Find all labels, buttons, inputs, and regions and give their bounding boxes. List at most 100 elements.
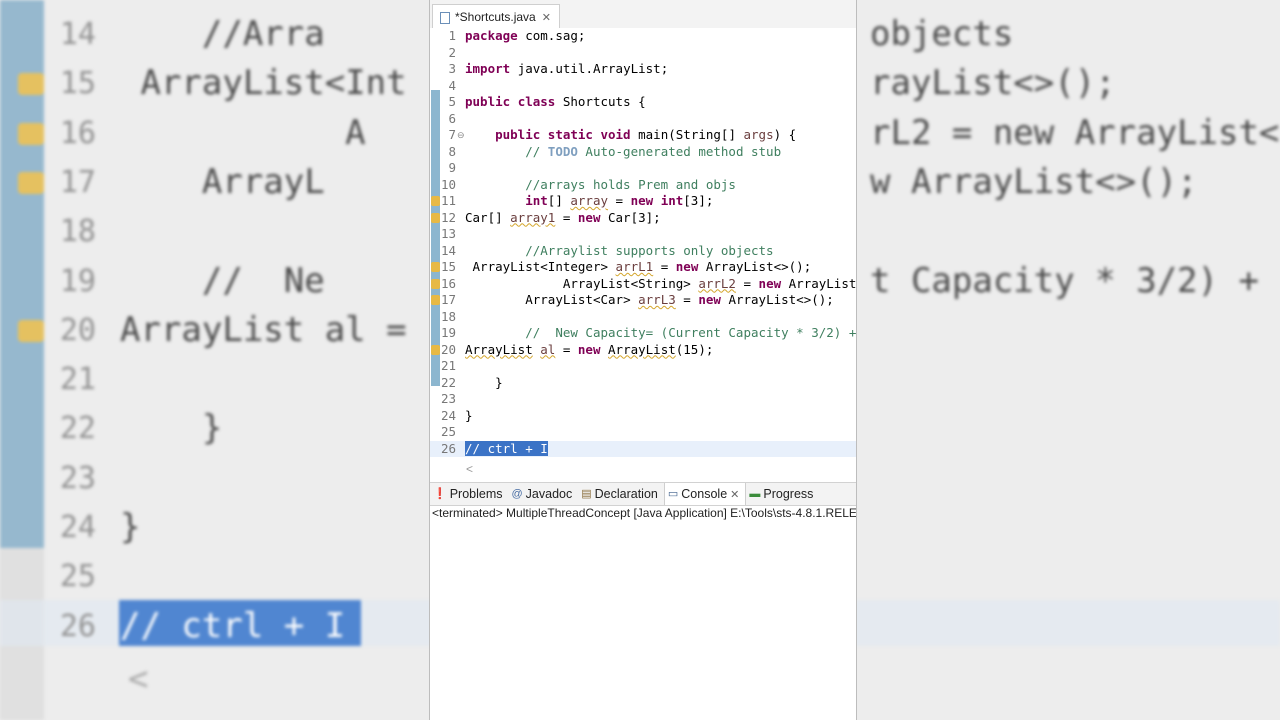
view-tab-declaration[interactable]: ▤ Declaration <box>578 483 664 505</box>
line-number: 4 <box>448 77 456 93</box>
javadoc-icon: @ <box>511 488 523 500</box>
code-text: package com.sag; <box>465 28 586 43</box>
editor-tab-bar: *Shortcuts.java ✕ <box>430 0 856 29</box>
code-text: // New Capacity= (Current Capacity * 3/2… <box>525 325 857 340</box>
code-line-15[interactable]: 15 ArrayList<Integer> arrL1 = new ArrayL… <box>430 259 856 276</box>
code-line-19[interactable]: 19 // New Capacity= (Current Capacity * … <box>430 325 856 342</box>
code-line-8[interactable]: 8 // TODO Auto-generated method stub <box>430 144 856 161</box>
line-number: 19 <box>440 325 456 340</box>
line-number: 23 <box>440 391 456 406</box>
code-line-16[interactable]: 16 ArrayList<String> arrL2 = new ArrayLi… <box>430 276 856 293</box>
code-text: ArrayList al = new ArrayList(15); <box>465 341 714 357</box>
code-line-21[interactable]: 21 <box>430 358 856 375</box>
editor-tab-title: *Shortcuts.java <box>455 10 536 24</box>
close-icon[interactable]: ✕ <box>542 11 551 24</box>
console-header: <terminated> MultipleThreadConcept [Java… <box>430 504 856 523</box>
line-number: 9 <box>448 160 456 175</box>
code-text: Car[] array1 = new Car[3]; <box>465 209 661 225</box>
line-number: 26 <box>440 440 456 456</box>
line-number: 24 <box>440 407 456 423</box>
code-line-10[interactable]: 10 //arrays holds Prem and objs <box>430 177 856 194</box>
problems-icon: ❗ <box>433 488 447 500</box>
code-line-4[interactable]: 4 <box>430 78 856 95</box>
view-tab-problems[interactable]: ❗ Problems <box>430 483 509 505</box>
line-number: 16 <box>440 275 456 291</box>
view-tab-label: Progress <box>763 487 814 501</box>
view-tab-progress[interactable]: ▬ Progress <box>746 483 819 505</box>
warning-icon[interactable] <box>431 295 440 305</box>
code-line-17[interactable]: 17 ArrayList<Car> arrL3 = new ArrayList<… <box>430 292 856 309</box>
code-text: // TODO Auto-generated method stub <box>525 143 782 159</box>
line-number: 22 <box>440 374 456 390</box>
code-text: //arrays holds Prem and objs <box>525 176 736 192</box>
progress-icon: ▬ <box>749 488 761 500</box>
line-number: 5 <box>448 94 456 109</box>
code-line-1[interactable]: 1 package com.sag; <box>430 28 856 45</box>
line-number: 17 <box>440 292 456 307</box>
code-editor[interactable]: 1 package com.sag; 2 3 import java.util.Arra… <box>430 28 856 476</box>
java-file-icon <box>439 11 450 24</box>
code-line-5[interactable]: 5 public class Shortcuts { <box>430 94 856 111</box>
line-number: 25 <box>440 424 456 439</box>
code-text: int[] array = new int[3]; <box>525 193 714 208</box>
code-line-26[interactable]: 26 // ctrl + I <box>430 440 856 458</box>
code-line-7[interactable]: 7 ⊖ public static void main(String[] args… <box>430 127 856 144</box>
line-number: 14 <box>440 242 456 258</box>
line-number: 7 <box>448 127 456 142</box>
declaration-icon: ▤ <box>581 488 592 500</box>
code-text: ArrayList<Integer> arrL1 = new ArrayList… <box>472 259 812 274</box>
code-line-20[interactable]: 20 ArrayList al = new ArrayList(15); <box>430 342 856 359</box>
editor-tab-shortcuts[interactable]: *Shortcuts.java ✕ <box>432 4 560 29</box>
fold-collapse-icon[interactable]: ⊖ <box>457 127 465 144</box>
warning-icon[interactable] <box>431 212 440 223</box>
line-number: 18 <box>440 308 456 324</box>
code-text: // ctrl + I <box>465 440 548 458</box>
warning-icon[interactable] <box>431 196 440 206</box>
warning-icon[interactable] <box>431 344 440 355</box>
view-tab-label: Javadoc <box>525 487 573 501</box>
selected-text: // ctrl + I <box>465 440 548 456</box>
code-line-18[interactable]: 18 <box>430 309 856 326</box>
view-tab-javadoc[interactable]: @ Javadoc <box>509 483 579 505</box>
line-number: 8 <box>448 143 456 159</box>
close-icon[interactable]: ✕ <box>730 488 739 501</box>
line-number: 13 <box>440 226 456 241</box>
line-number: 15 <box>440 259 456 274</box>
code-line-6[interactable]: 6 <box>430 111 856 128</box>
scroll-left-arrow[interactable]: < <box>466 462 473 476</box>
ide-window: *Shortcuts.java ✕ 1 package com.sag; 2 3 imp… <box>429 0 857 720</box>
code-line-25[interactable]: 25 <box>430 424 856 441</box>
view-tab-console[interactable]: ▭ Console ✕ <box>663 483 747 505</box>
code-line-3[interactable]: 3 import java.util.ArrayList; <box>430 61 856 78</box>
line-number: 1 <box>448 28 456 43</box>
warning-icon[interactable] <box>431 262 440 272</box>
code-line-11[interactable]: 11 int[] array = new int[3]; <box>430 193 856 210</box>
line-number: 2 <box>448 44 456 60</box>
code-line-13[interactable]: 13 <box>430 226 856 243</box>
line-number: 20 <box>440 341 456 357</box>
view-tab-label: Declaration <box>594 487 658 501</box>
code-text: ArrayList<String> arrL2 = new ArrayList< <box>562 275 857 291</box>
code-line-22[interactable]: 22 } <box>430 375 856 392</box>
code-text: } <box>465 407 473 423</box>
code-line-23[interactable]: 23 <box>430 391 856 408</box>
code-text: public class Shortcuts { <box>465 94 646 109</box>
code-text: public static void main(String[] args) { <box>495 127 797 142</box>
line-number: 12 <box>440 209 456 225</box>
line-number: 3 <box>448 61 456 76</box>
console-output[interactable] <box>430 522 856 720</box>
line-number: 21 <box>440 358 456 373</box>
code-line-9[interactable]: 9 <box>430 160 856 177</box>
code-line-2[interactable]: 2 <box>430 45 856 62</box>
code-text: ArrayList<Car> arrL3 = new ArrayList<>()… <box>525 292 834 307</box>
views-tab-bar: ❗ Problems @ Javadoc ▤ Declaration ▭ Console ✕ ▬ P… <box>430 482 856 506</box>
code-line-24[interactable]: 24} <box>430 408 856 425</box>
view-tab-label: Console <box>681 487 728 501</box>
code-text: import java.util.ArrayList; <box>465 61 669 76</box>
code-line-12[interactable]: 12 Car[] array1 = new Car[3]; <box>430 210 856 227</box>
line-number: 10 <box>440 176 456 192</box>
code-line-14[interactable]: 14 //Arraylist supports only objects <box>430 243 856 260</box>
warning-icon[interactable] <box>431 278 440 289</box>
line-number: 6 <box>448 110 456 126</box>
view-tab-label: Problems <box>449 487 503 501</box>
